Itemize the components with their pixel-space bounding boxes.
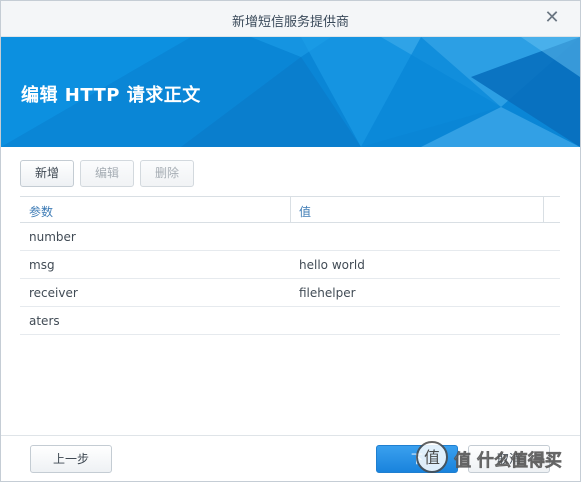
header-banner: 编辑 HTTP 请求正文 [1, 37, 580, 147]
table-row[interactable]: aters [20, 307, 560, 335]
column-header-value[interactable]: 值 [299, 203, 311, 220]
cancel-button[interactable]: 取消 [468, 445, 550, 473]
table-row[interactable]: msg hello world [20, 251, 560, 279]
edit-button[interactable]: 编辑 [80, 160, 134, 187]
param-cell: aters [29, 314, 60, 328]
dialog-title: 新增短信服务提供商 [231, 15, 349, 30]
param-cell: receiver [29, 286, 78, 300]
dialog-window: 新增短信服务提供商 ✕ 编辑 HTTP 请求正文 新增 编辑 删除 参数 值 n… [0, 0, 581, 482]
next-step-button[interactable]: 下 [376, 445, 458, 473]
value-cell: filehelper [299, 286, 356, 300]
close-icon[interactable]: ✕ [542, 8, 562, 28]
column-divider[interactable] [543, 197, 544, 223]
dialog-titlebar: 新增短信服务提供商 ✕ [1, 1, 580, 37]
previous-step-button[interactable]: 上一步 [30, 445, 112, 473]
table-row[interactable]: number [20, 223, 560, 251]
value-cell: hello world [299, 258, 365, 272]
dialog-footer: 上一步 下 取消 [1, 435, 580, 481]
param-cell: msg [29, 258, 55, 272]
add-button[interactable]: 新增 [20, 160, 74, 187]
table-header: 参数 值 [20, 196, 560, 223]
column-divider[interactable] [290, 197, 291, 223]
parameter-table: 参数 值 number msg hello world receiver fil… [20, 196, 560, 335]
page-heading: 编辑 HTTP 请求正文 [21, 85, 201, 106]
column-header-param[interactable]: 参数 [29, 203, 53, 220]
param-cell: number [29, 230, 76, 244]
delete-button[interactable]: 删除 [140, 160, 194, 187]
table-row[interactable]: receiver filehelper [20, 279, 560, 307]
